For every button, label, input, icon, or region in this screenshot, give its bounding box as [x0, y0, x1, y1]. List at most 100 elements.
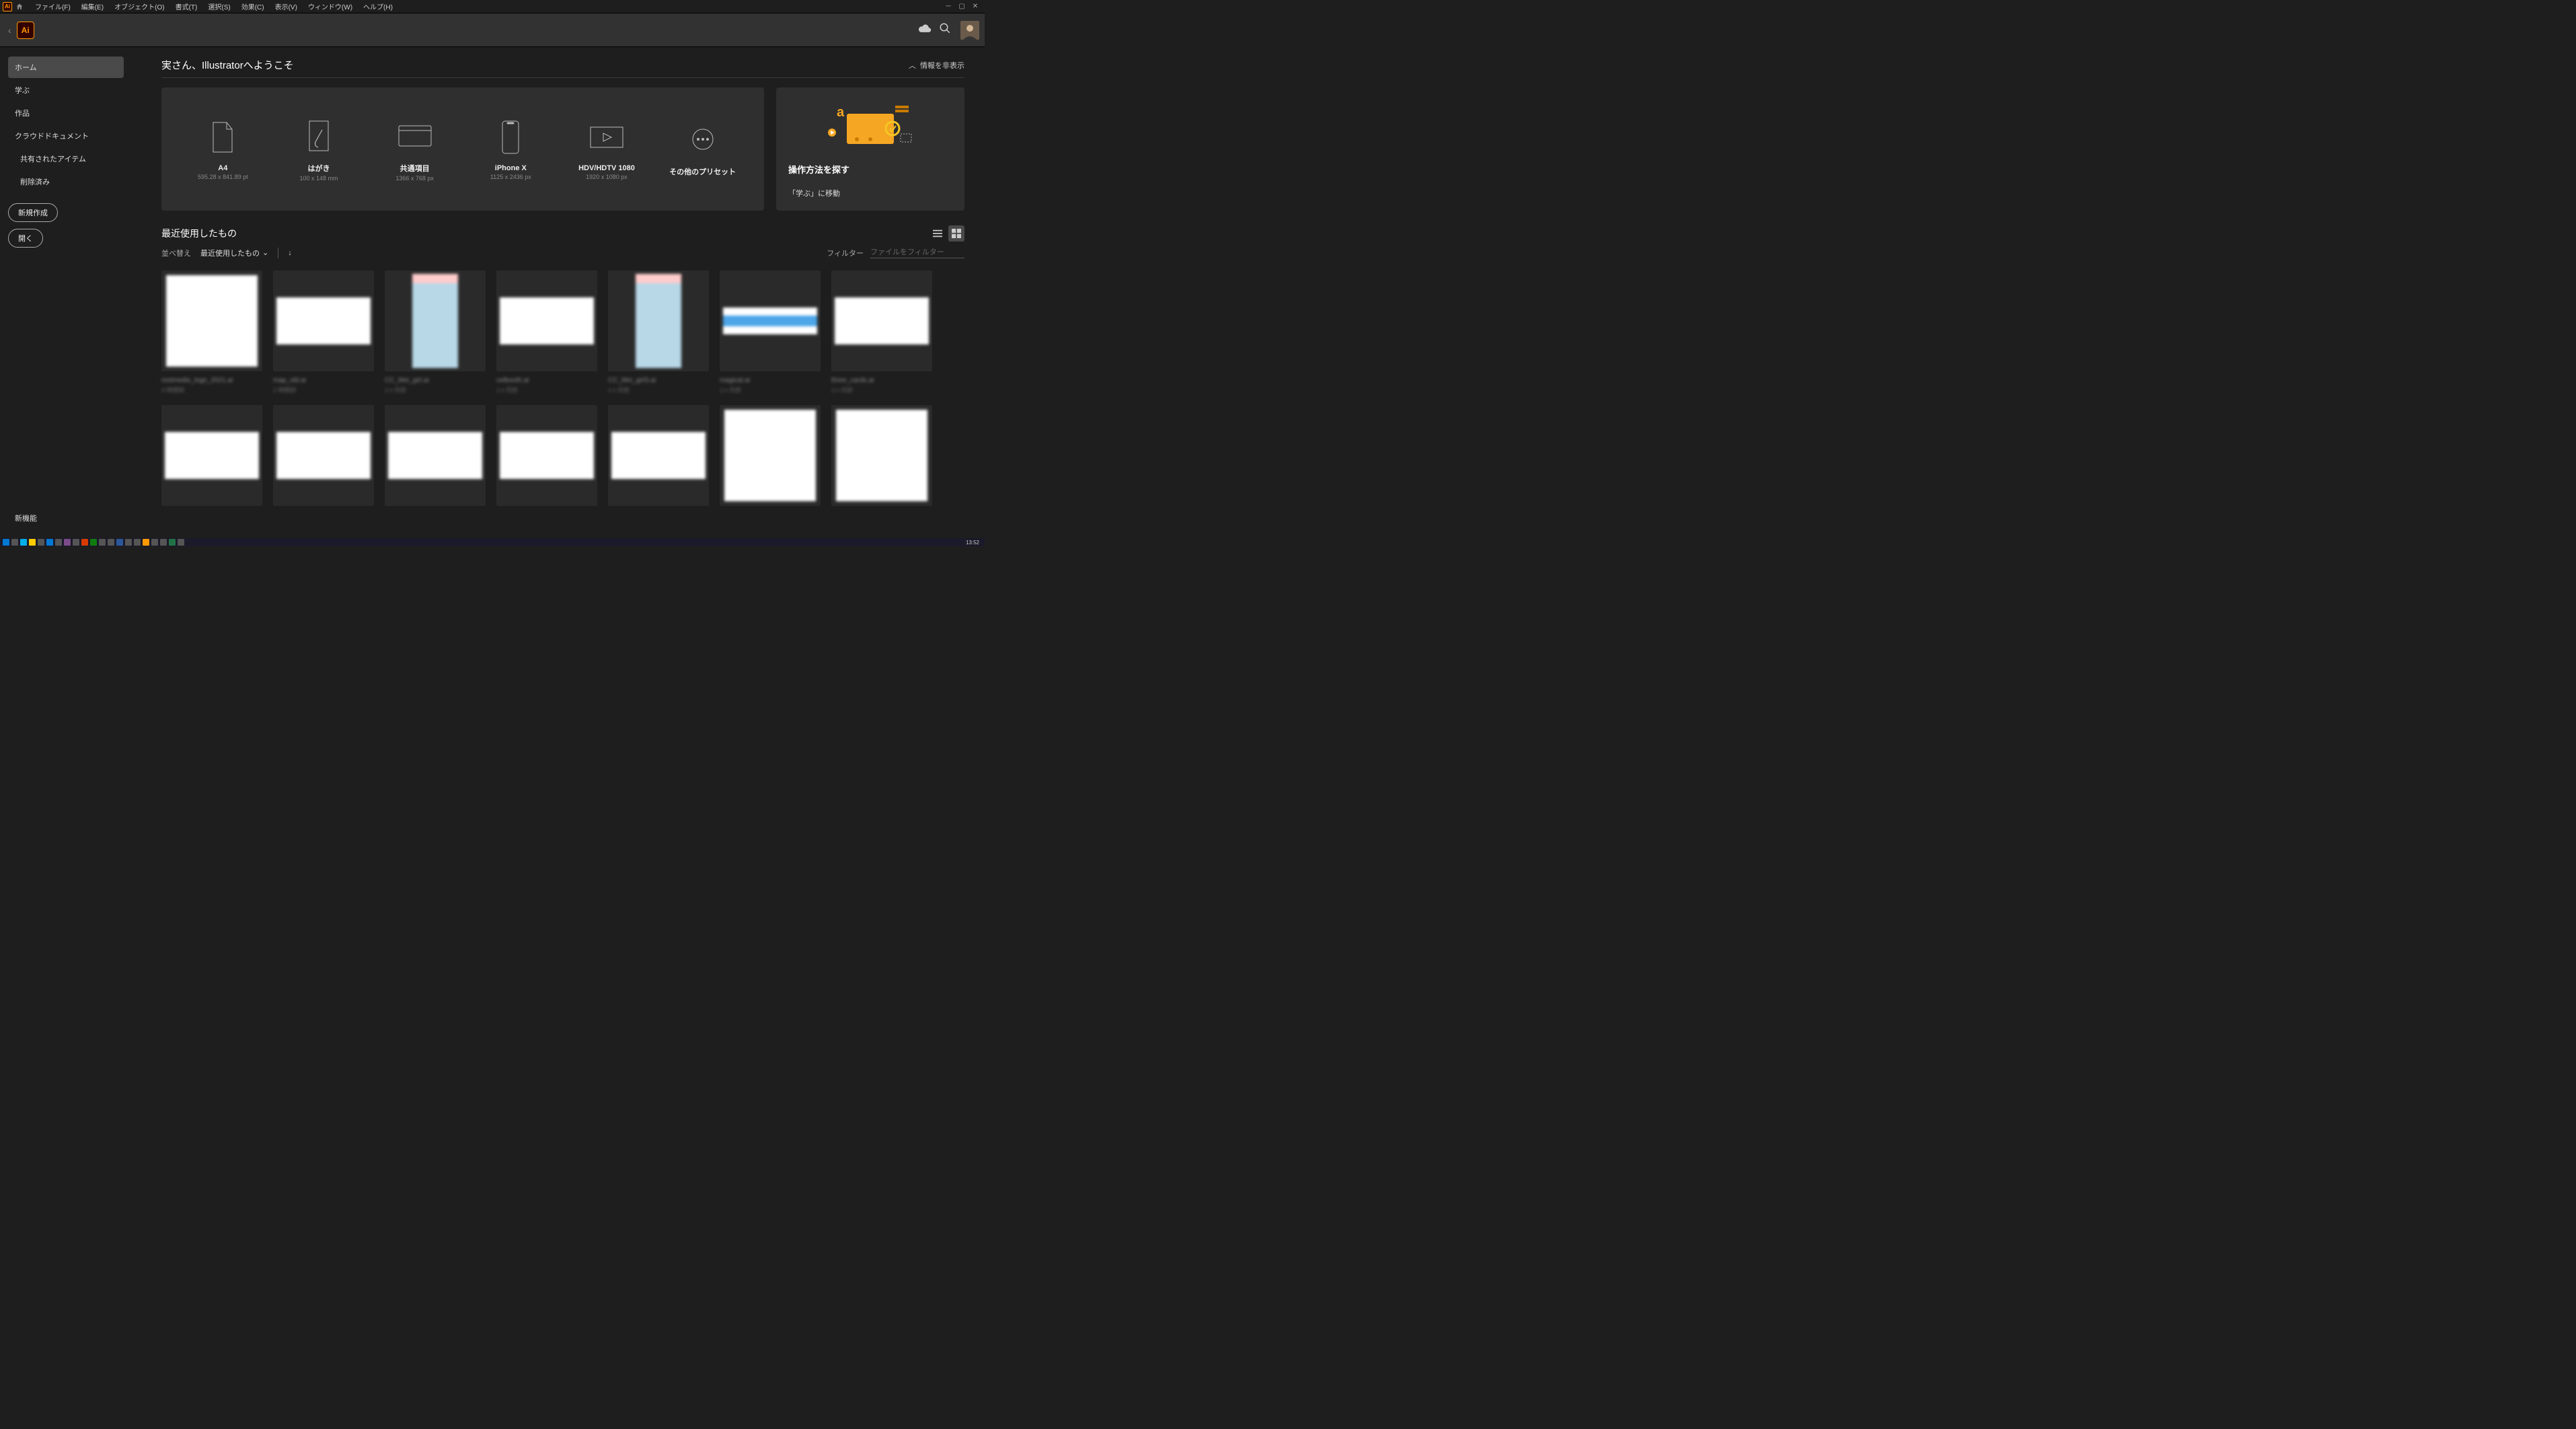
sidebar-item[interactable]: 学ぶ: [8, 79, 124, 101]
recent-file[interactable]: [496, 405, 597, 513]
recent-file[interactable]: magical.ai1ヶ月前: [720, 270, 821, 394]
file-name: three_cards.ai: [831, 377, 932, 384]
close-button[interactable]: ✕: [969, 3, 982, 10]
menu-item[interactable]: ファイル(F): [30, 1, 76, 11]
taskbar-icon[interactable]: [143, 539, 149, 546]
preset-video[interactable]: HDV/HDTV 10801920 x 1080 px: [570, 118, 644, 180]
recent-title: 最近使用したもの: [161, 227, 927, 240]
sidebar-item[interactable]: 作品: [8, 102, 124, 124]
file-name: restmedix_logo_2021.ai: [161, 377, 262, 384]
menu-item[interactable]: ウィンドウ(W): [303, 1, 358, 11]
whats-new-link[interactable]: 新機能: [8, 507, 124, 529]
learn-link[interactable]: 「学ぶ」に移動: [788, 188, 952, 198]
preset-more[interactable]: その他のプリセット: [666, 120, 740, 178]
taskbar-icon[interactable]: [108, 539, 114, 546]
menu-item[interactable]: 表示(V): [270, 1, 303, 11]
back-icon[interactable]: ‹: [5, 25, 14, 36]
menu-item[interactable]: ヘルプ(H): [358, 1, 398, 11]
preset-label: iPhone X: [495, 164, 527, 172]
filter-label: フィルター: [827, 248, 864, 258]
taskbar-clock[interactable]: 13:52: [963, 540, 982, 546]
recent-file[interactable]: [608, 405, 709, 513]
menu-item[interactable]: オブジェクト(O): [109, 1, 169, 11]
hide-info-toggle[interactable]: ︿ 情報を非表示: [909, 60, 964, 71]
preset-browser[interactable]: 共通項目1366 x 768 px: [378, 117, 452, 182]
taskbar-icon[interactable]: [151, 539, 158, 546]
preset-label: はがき: [307, 163, 330, 174]
minimize-button[interactable]: ─: [942, 3, 955, 10]
user-avatar[interactable]: [960, 21, 979, 40]
taskbar-icon[interactable]: [3, 539, 9, 546]
taskbar-icon[interactable]: [29, 539, 36, 546]
recent-file[interactable]: [161, 405, 262, 513]
menu-item[interactable]: 書式(T): [170, 1, 203, 11]
recent-file[interactable]: celbooth.ai1ヶ月前: [496, 270, 597, 394]
recent-file[interactable]: [720, 405, 821, 513]
taskbar-icon[interactable]: [116, 539, 123, 546]
file-time: 4 時間前: [161, 386, 262, 394]
brush-icon: [307, 117, 330, 155]
menu-item[interactable]: 効果(C): [236, 1, 270, 11]
taskbar-icon[interactable]: [178, 539, 184, 546]
new-button[interactable]: 新規作成: [8, 203, 58, 222]
list-view-icon[interactable]: [930, 225, 946, 242]
sidebar-item[interactable]: 削除済み: [8, 171, 124, 192]
recent-file[interactable]: three_cards.ai1ヶ月前: [831, 270, 932, 394]
thumbnail: [608, 270, 709, 371]
taskbar-icon[interactable]: [125, 539, 132, 546]
preset-doc[interactable]: A4595.28 x 841.89 pt: [186, 118, 260, 180]
preset-label: A4: [218, 164, 227, 172]
recent-file[interactable]: [831, 405, 932, 513]
recent-file[interactable]: CC_Mei_girl.ai 1ヶ月前: [385, 270, 486, 394]
sort-dropdown[interactable]: 最近使用したもの ⌄: [200, 248, 268, 258]
windows-taskbar[interactable]: 13:52: [0, 538, 985, 546]
recent-file[interactable]: [273, 405, 374, 513]
preset-brush[interactable]: はがき100 x 148 mm: [282, 117, 356, 182]
taskbar-icon[interactable]: [90, 539, 97, 546]
preset-dimensions: 1125 x 2436 px: [490, 174, 531, 180]
taskbar-icon[interactable]: [11, 539, 18, 546]
taskbar-icon[interactable]: [20, 539, 27, 546]
search-icon[interactable]: [935, 22, 955, 38]
welcome-title: 実さん、Illustratorへようこそ: [161, 58, 909, 72]
taskbar-icon[interactable]: [64, 539, 71, 546]
file-name: CC_Mei_girl.ai: [385, 377, 486, 384]
taskbar-icon[interactable]: [99, 539, 106, 546]
preset-label: HDV/HDTV 1080: [578, 164, 635, 172]
phone-icon: [502, 118, 519, 156]
taskbar-icon[interactable]: [134, 539, 141, 546]
file-time: 1ヶ月前: [385, 386, 486, 394]
sort-direction-icon[interactable]: ↓: [288, 249, 292, 257]
maximize-button[interactable]: ▢: [955, 3, 969, 10]
main-content: 実さん、Illustratorへようこそ ︿ 情報を非表示 A4595.28 x…: [132, 47, 985, 538]
thumbnail: [161, 270, 262, 371]
preset-phone[interactable]: iPhone X 1125 x 2436 px: [473, 118, 547, 180]
sidebar-item[interactable]: ホーム: [8, 57, 124, 78]
sidebar-item[interactable]: 共有されたアイテム: [8, 148, 124, 170]
taskbar-icon[interactable]: [55, 539, 62, 546]
filter-input[interactable]: [870, 247, 964, 258]
taskbar-icon[interactable]: [73, 539, 79, 546]
taskbar-icon[interactable]: [160, 539, 167, 546]
header-bar: ‹ Ai: [0, 13, 985, 47]
menu-item[interactable]: 編集(E): [76, 1, 109, 11]
recent-file[interactable]: map_old.ai2 時間前: [273, 270, 374, 394]
taskbar-icon[interactable]: [46, 539, 53, 546]
taskbar-icon[interactable]: [38, 539, 44, 546]
home-small-icon[interactable]: [15, 2, 24, 11]
taskbar-icon[interactable]: [81, 539, 88, 546]
thumbnail: [720, 270, 821, 371]
recent-file[interactable]: [385, 405, 486, 513]
taskbar-icon[interactable]: [169, 539, 176, 546]
recent-file[interactable]: CC_Mei_girl3.ai1ヶ月前: [608, 270, 709, 394]
recent-file[interactable]: restmedix_logo_2021.ai 4 時間前: [161, 270, 262, 394]
open-button[interactable]: 開く: [8, 229, 43, 248]
sidebar-item[interactable]: クラウドドキュメント: [8, 125, 124, 147]
learn-card[interactable]: a 操作方法を探す 「学ぶ」に移動: [776, 87, 964, 211]
thumbnail: [608, 405, 709, 506]
grid-view-icon[interactable]: [948, 225, 964, 242]
menu-item[interactable]: 選択(S): [202, 1, 235, 11]
learn-illustration: a: [788, 97, 952, 157]
file-name: celbooth.ai: [496, 377, 597, 384]
cloud-icon[interactable]: [915, 24, 935, 36]
